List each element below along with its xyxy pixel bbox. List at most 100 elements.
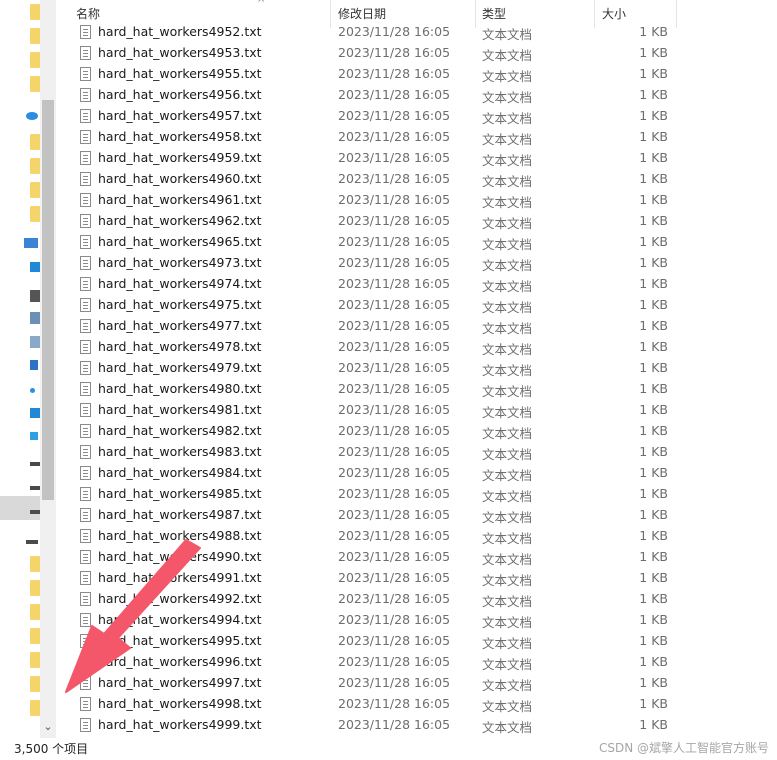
file-type: 文本文档 — [482, 405, 533, 420]
file-row[interactable]: hard_hat_workers4994.txt 2023/11/28 16:05… — [62, 610, 682, 631]
file-row[interactable]: hard_hat_workers4956.txt 2023/11/28 16:05… — [62, 85, 682, 106]
file-row[interactable]: hard_hat_workers4955.txt 2023/11/28 16:05… — [62, 64, 682, 85]
this-pc-icon[interactable] — [24, 238, 38, 248]
folder-icon[interactable] — [30, 604, 40, 620]
folder-icon[interactable] — [30, 206, 40, 222]
file-name: hard_hat_workers4984.txt — [98, 465, 262, 480]
file-size: 1 KB — [639, 528, 668, 543]
file-row[interactable]: hard_hat_workers4977.txt 2023/11/28 16:05… — [62, 316, 682, 337]
folder-icon[interactable] — [30, 76, 40, 92]
file-size: 1 KB — [639, 87, 668, 102]
file-type: 文本文档 — [482, 153, 533, 168]
folder-icon[interactable] — [30, 556, 40, 572]
file-name: hard_hat_workers4953.txt — [98, 45, 262, 60]
folder-icon[interactable] — [30, 52, 40, 68]
scroll-down-arrow-icon[interactable]: ⌄ — [42, 720, 54, 734]
file-date: 2023/11/28 16:05 — [338, 696, 451, 711]
text-file-icon — [80, 403, 91, 417]
file-row[interactable]: hard_hat_workers4974.txt 2023/11/28 16:05… — [62, 274, 682, 295]
file-row[interactable]: hard_hat_workers4997.txt 2023/11/28 16:05… — [62, 673, 682, 694]
file-row[interactable]: hard_hat_workers4995.txt 2023/11/28 16:05… — [62, 631, 682, 652]
nav-scrollbar-thumb[interactable] — [42, 100, 54, 500]
file-row[interactable]: hard_hat_workers4952.txt 2023/11/28 16:05… — [62, 22, 682, 43]
file-row[interactable]: hard_hat_workers4973.txt 2023/11/28 16:05… — [62, 253, 682, 274]
file-row[interactable]: hard_hat_workers4985.txt 2023/11/28 16:05… — [62, 484, 682, 505]
pictures-icon[interactable] — [30, 312, 40, 324]
text-file-icon — [80, 634, 91, 648]
file-type: 文本文档 — [482, 426, 533, 441]
video-icon[interactable] — [30, 290, 40, 302]
file-type: 文本文档 — [482, 594, 533, 609]
file-row[interactable]: hard_hat_workers4991.txt 2023/11/28 16:05… — [62, 568, 682, 589]
file-row[interactable]: hard_hat_workers4957.txt 2023/11/28 16:05… — [62, 106, 682, 127]
file-row[interactable]: hard_hat_workers4958.txt 2023/11/28 16:05… — [62, 127, 682, 148]
file-date: 2023/11/28 16:05 — [338, 633, 451, 648]
file-size: 1 KB — [639, 423, 668, 438]
folder-icon[interactable] — [30, 4, 40, 20]
apps-icon[interactable] — [30, 432, 38, 440]
file-row[interactable]: hard_hat_workers4982.txt 2023/11/28 16:05… — [62, 421, 682, 442]
file-date: 2023/11/28 16:05 — [338, 717, 451, 732]
file-row[interactable]: hard_hat_workers4965.txt 2023/11/28 16:05… — [62, 232, 682, 253]
folder-icon[interactable] — [30, 676, 40, 692]
file-row[interactable]: hard_hat_workers4990.txt 2023/11/28 16:05… — [62, 547, 682, 568]
file-row[interactable]: hard_hat_workers4983.txt 2023/11/28 16:05… — [62, 442, 682, 463]
text-file-icon — [80, 172, 91, 186]
file-row[interactable]: hard_hat_workers4978.txt 2023/11/28 16:05… — [62, 337, 682, 358]
drive-icon[interactable] — [30, 462, 40, 466]
text-file-icon — [80, 277, 91, 291]
drive-icon[interactable] — [30, 486, 40, 490]
downloads-icon[interactable] — [30, 360, 38, 370]
file-type: 文本文档 — [482, 195, 533, 210]
file-name: hard_hat_workers4995.txt — [98, 633, 262, 648]
objects-3d-icon[interactable] — [30, 262, 40, 272]
file-size: 1 KB — [639, 45, 668, 60]
file-row[interactable]: hard_hat_workers4953.txt 2023/11/28 16:05… — [62, 43, 682, 64]
folder-icon[interactable] — [30, 628, 40, 644]
file-size: 1 KB — [639, 444, 668, 459]
file-row[interactable]: hard_hat_workers4960.txt 2023/11/28 16:05… — [62, 169, 682, 190]
file-type: 文本文档 — [482, 258, 533, 273]
text-file-icon — [80, 592, 91, 606]
file-date: 2023/11/28 16:05 — [338, 465, 451, 480]
file-row[interactable]: hard_hat_workers4988.txt 2023/11/28 16:05… — [62, 526, 682, 547]
watermark-text: CSDN @斌擎人工智能官方账号 — [598, 741, 769, 755]
file-row[interactable]: hard_hat_workers4981.txt 2023/11/28 16:05… — [62, 400, 682, 421]
file-size: 1 KB — [639, 381, 668, 396]
file-row[interactable]: hard_hat_workers4980.txt 2023/11/28 16:05… — [62, 379, 682, 400]
folder-icon[interactable] — [30, 182, 40, 198]
file-size: 1 KB — [639, 150, 668, 165]
file-row[interactable]: hard_hat_workers4959.txt 2023/11/28 16:05… — [62, 148, 682, 169]
file-name: hard_hat_workers4992.txt — [98, 591, 262, 606]
selected-nav-item[interactable] — [0, 496, 40, 520]
file-date: 2023/11/28 16:05 — [338, 87, 451, 102]
drive-icon[interactable] — [30, 510, 40, 514]
file-row[interactable]: hard_hat_workers4999.txt 2023/11/28 16:05… — [62, 715, 682, 736]
file-name: hard_hat_workers4955.txt — [98, 66, 262, 81]
file-row[interactable]: hard_hat_workers4979.txt 2023/11/28 16:05… — [62, 358, 682, 379]
music-icon[interactable] — [30, 388, 35, 393]
file-row[interactable]: hard_hat_workers4984.txt 2023/11/28 16:05… — [62, 463, 682, 484]
network-drive-icon[interactable] — [26, 540, 38, 544]
folder-icon[interactable] — [30, 134, 40, 150]
file-row[interactable]: hard_hat_workers4975.txt 2023/11/28 16:05… — [62, 295, 682, 316]
folder-icon[interactable] — [30, 158, 40, 174]
file-size: 1 KB — [639, 213, 668, 228]
folder-icon[interactable] — [30, 652, 40, 668]
file-row[interactable]: hard_hat_workers4987.txt 2023/11/28 16:05… — [62, 505, 682, 526]
text-file-icon — [80, 67, 91, 81]
file-type: 文本文档 — [482, 552, 533, 567]
file-name: hard_hat_workers4956.txt — [98, 87, 262, 102]
file-row[interactable]: hard_hat_workers4962.txt 2023/11/28 16:05… — [62, 211, 682, 232]
folder-icon[interactable] — [30, 580, 40, 596]
file-row[interactable]: hard_hat_workers4961.txt 2023/11/28 16:05… — [62, 190, 682, 211]
file-row[interactable]: hard_hat_workers4998.txt 2023/11/28 16:05… — [62, 694, 682, 715]
desktop-icon[interactable] — [30, 408, 40, 418]
folder-icon[interactable] — [30, 700, 40, 716]
documents-icon[interactable] — [30, 336, 40, 348]
onedrive-cloud-icon[interactable] — [26, 112, 38, 120]
file-row[interactable]: hard_hat_workers4992.txt 2023/11/28 16:05… — [62, 589, 682, 610]
file-size: 1 KB — [639, 66, 668, 81]
folder-icon[interactable] — [30, 28, 40, 44]
file-row[interactable]: hard_hat_workers4996.txt 2023/11/28 16:05… — [62, 652, 682, 673]
